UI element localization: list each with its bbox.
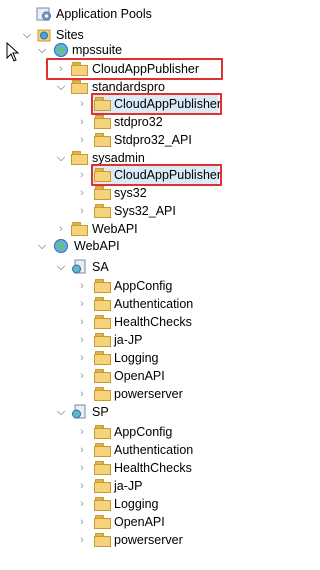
folder-icon [71, 80, 88, 94]
tree-item-application-pools[interactable]: Application Pools [0, 3, 200, 25]
chevron-right-icon[interactable]: › [76, 529, 88, 551]
application-icon [71, 403, 87, 420]
tree-item-webapi-site[interactable]: ⌵ WebAPI [0, 235, 200, 257]
folder-icon [94, 315, 111, 329]
folder-icon [94, 204, 111, 218]
folder-icon [71, 151, 88, 165]
globe-icon [53, 41, 69, 58]
folder-icon [94, 279, 111, 293]
folder-icon [94, 351, 111, 365]
folder-icon [94, 369, 111, 383]
folder-icon [71, 222, 88, 236]
folder-icon [94, 425, 111, 439]
folder-icon [94, 497, 111, 511]
tree-item-label: WebAPI [74, 239, 120, 253]
folder-icon [94, 515, 111, 529]
folder-icon [94, 533, 111, 547]
folder-icon [94, 186, 111, 200]
folder-icon [94, 443, 111, 457]
tree-item-label: powerserver [114, 533, 183, 547]
application-icon [71, 258, 87, 275]
folder-icon [94, 333, 111, 347]
tree-item-powerserver[interactable]: › powerserver [0, 529, 200, 551]
tree-item-sp[interactable]: ⌵ SP [0, 401, 200, 423]
app-pool-icon [36, 5, 52, 22]
tree-item-label: SP [92, 405, 109, 419]
folder-icon [94, 133, 111, 147]
tree-item-label: Application Pools [56, 7, 152, 21]
globe-icon [53, 237, 69, 254]
folder-icon [94, 461, 111, 475]
chevron-down-icon[interactable]: ⌵ [55, 401, 67, 423]
folder-icon [94, 115, 111, 129]
folder-icon [94, 387, 111, 401]
folder-icon [94, 297, 111, 311]
chevron-down-icon[interactable]: ⌵ [36, 235, 48, 257]
folder-icon [94, 479, 111, 493]
